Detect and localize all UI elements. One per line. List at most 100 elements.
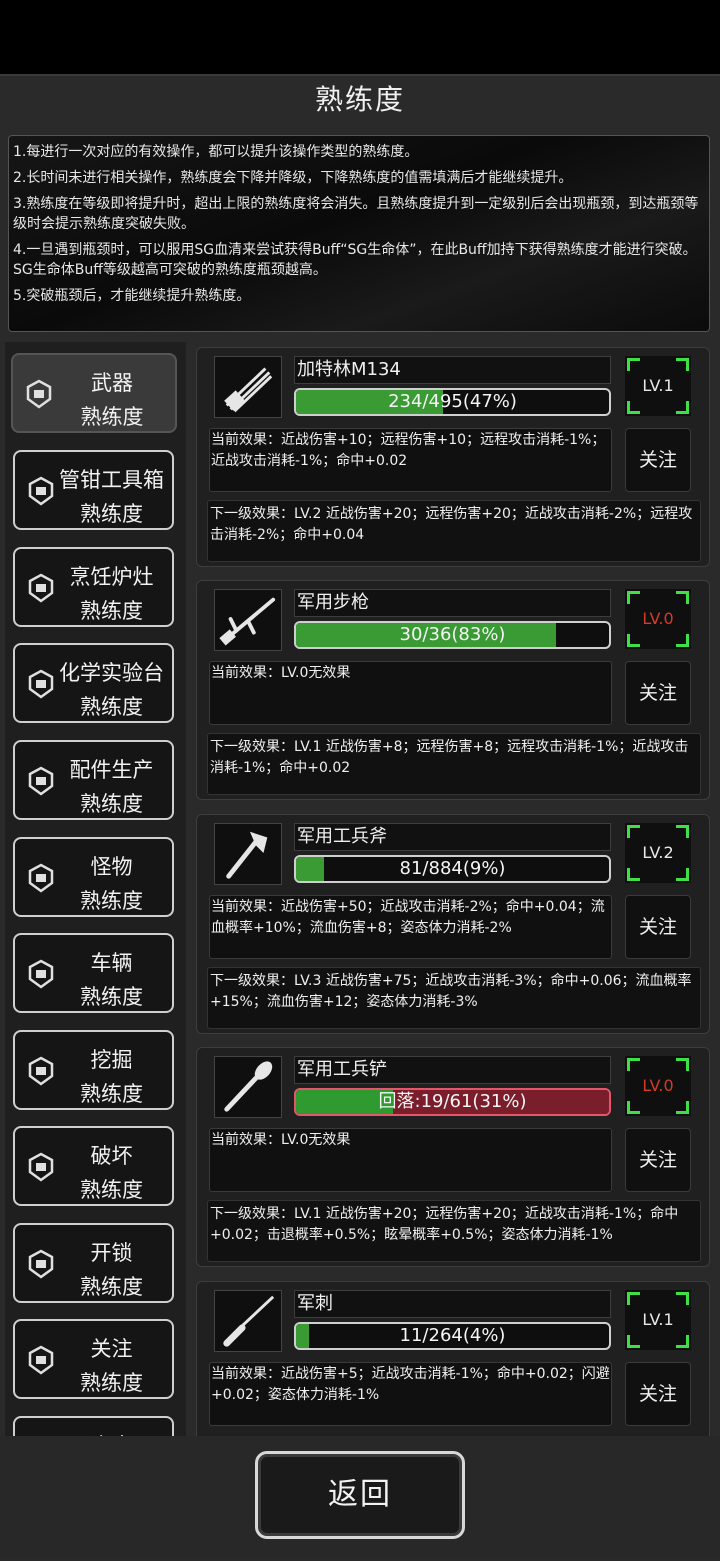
follow-button[interactable]: 关注 (625, 895, 691, 959)
level-badge: LV.1 (625, 356, 691, 416)
current-effect: 当前效果：近战伤害+50；近战攻击消耗-2%；命中+0.04；流血概率+10%；… (209, 895, 612, 959)
category-sublabel: 熟练度 (80, 985, 143, 1009)
proficiency-card: 军刺 11/264(4%) LV.1 当前效果：近战伤害+5；近战攻击消耗-1%… (196, 1281, 710, 1436)
category-label: 配件生产 (69, 758, 154, 782)
progress-bar: 234/495(47%) (294, 388, 611, 416)
current-effect: 当前效果：LV.0无效果 (209, 661, 612, 725)
category-sublabel: 熟练度 (80, 1275, 143, 1299)
badge-icon (28, 959, 54, 989)
page-title: 熟练度 (314, 83, 405, 116)
category-label: 化学实验台 (59, 661, 164, 685)
category-sublabel: 熟练度 (80, 1082, 143, 1106)
level-badge: LV.2 (625, 823, 691, 883)
progress-bar: 回落:19/61(31%) (294, 1088, 611, 1116)
category-label: 破坏 (90, 1144, 133, 1168)
category-sublabel: 熟练度 (80, 1178, 143, 1202)
category-lockpick[interactable]: 开锁 熟练度 (13, 1223, 174, 1303)
category-weapon[interactable]: 武器 熟练度 (11, 353, 177, 433)
category-sublabel: 熟练度 (80, 792, 143, 816)
category-sublabel: 熟练度 (80, 599, 143, 623)
follow-button[interactable]: 关注 (625, 1362, 691, 1426)
category-label: 挖掘 (90, 1048, 133, 1072)
badge-icon (28, 573, 54, 603)
progress-text: 11/264(4%) (399, 1325, 506, 1346)
level-text: LV.2 (642, 843, 674, 862)
rifle-icon (214, 589, 282, 651)
follow-button[interactable]: 关注 (625, 1128, 691, 1192)
category-digging[interactable]: 挖掘 熟练度 (13, 1030, 174, 1110)
current-effect: 当前效果：近战伤害+5；近战攻击消耗-1%；命中+0.02；闪避+0.02；姿态… (209, 1362, 612, 1426)
category-sidebar[interactable]: 武器 熟练度 管钳工具箱 熟练度 烹饪炉灶 熟练度 化学实验台 熟练度 配件生产… (5, 342, 186, 1436)
info-line: 3.熟练度在等级即将提升时，超出上限的熟练度将会消失。且熟练度提升到一定级别后会… (13, 196, 699, 232)
category-sublabel: 熟练度 (80, 405, 144, 429)
category-label: 车辆 (90, 951, 133, 975)
category-destroy[interactable]: 破坏 熟练度 (13, 1126, 174, 1206)
current-effect: 当前效果：近战伤害+10；远程伤害+10；远程攻击消耗-1%；近战攻击消耗-1%… (209, 428, 612, 492)
follow-button[interactable]: 关注 (625, 661, 691, 725)
category-capital[interactable]: 资本 (13, 1416, 174, 1436)
item-name: 军用工兵铲 (294, 1056, 611, 1084)
category-label: 管钳工具箱 (59, 468, 164, 492)
progress-bar: 81/884(9%) (294, 855, 611, 883)
badge-icon (28, 863, 54, 893)
category-monster[interactable]: 怪物 熟练度 (13, 837, 174, 917)
category-toolbox[interactable]: 管钳工具箱 熟练度 (13, 450, 174, 530)
item-name: 军用工兵斧 (294, 823, 611, 851)
badge-icon (28, 1249, 54, 1279)
badge-icon (26, 379, 52, 409)
info-box: 1.每进行一次对应的有效操作，都可以提升该操作类型的熟练度。 2.长时间未进行相… (8, 135, 710, 332)
item-name: 军刺 (294, 1290, 611, 1318)
category-parts[interactable]: 配件生产 熟练度 (13, 740, 174, 820)
bayonet-icon (214, 1290, 282, 1352)
category-label: 开锁 (90, 1241, 133, 1265)
category-sublabel: 熟练度 (80, 502, 143, 526)
progress-text: 30/36(83%) (399, 624, 506, 645)
info-line: 1.每进行一次对应的有效操作，都可以提升该操作类型的熟练度。 (13, 144, 419, 160)
proficiency-card: 加特林M134 234/495(47%) LV.1 当前效果：近战伤害+10；远… (196, 347, 710, 567)
category-label: 关注 (90, 1337, 133, 1361)
current-effect: 当前效果：LV.0无效果 (209, 1128, 612, 1192)
proficiency-card: 军用工兵铲 回落:19/61(31%) LV.0 当前效果：LV.0无效果 关注… (196, 1047, 710, 1267)
shovel-icon (214, 1056, 282, 1118)
category-vehicle[interactable]: 车辆 熟练度 (13, 933, 174, 1013)
badge-icon (28, 476, 54, 506)
badge-icon (28, 669, 54, 699)
progress-bar: 30/36(83%) (294, 621, 611, 649)
info-line: 2.长时间未进行相关操作，熟练度会下降并降级，下降熟练度的值需填满后才能继续提升… (13, 170, 573, 186)
back-button[interactable]: 返回 (255, 1451, 465, 1539)
next-effect: 下一级效果：LV.1 近战伤害+20；远程伤害+20；近战攻击消耗-1%；命中+… (207, 1200, 701, 1262)
next-effect: 下一级效果：LV.1 近战伤害+8；远程伤害+8；远程攻击消耗-1%；近战攻击消… (207, 733, 701, 795)
level-text: LV.1 (642, 1310, 674, 1329)
category-label: 怪物 (90, 855, 133, 879)
level-badge: LV.0 (625, 589, 691, 649)
item-name: 军用步枪 (294, 589, 611, 617)
category-label: 烹饪炉灶 (69, 565, 154, 589)
category-sublabel: 熟练度 (80, 695, 143, 719)
level-text: LV.0 (642, 609, 674, 628)
item-name: 加特林M134 (294, 356, 611, 384)
proficiency-card: 军用步枪 30/36(83%) LV.0 当前效果：LV.0无效果 关注 下一级… (196, 580, 710, 800)
proficiency-card: 军用工兵斧 81/884(9%) LV.2 当前效果：近战伤害+50；近战攻击消… (196, 814, 710, 1034)
axe-icon (214, 823, 282, 885)
badge-icon (28, 1056, 54, 1086)
level-badge: LV.1 (625, 1290, 691, 1350)
progress-text: 234/495(47%) (388, 391, 517, 412)
category-label: 武器 (91, 371, 133, 395)
category-sublabel: 熟练度 (80, 889, 143, 913)
badge-icon (28, 1345, 54, 1375)
gatling-icon (214, 356, 282, 418)
category-chemistry[interactable]: 化学实验台 熟练度 (13, 643, 174, 723)
follow-button[interactable]: 关注 (625, 428, 691, 492)
proficiency-list[interactable]: 加特林M134 234/495(47%) LV.1 当前效果：近战伤害+10；远… (196, 345, 710, 1436)
badge-icon (28, 1152, 54, 1182)
category-sublabel: 熟练度 (80, 1371, 143, 1395)
category-followed[interactable]: 关注 熟练度 (13, 1319, 174, 1399)
progress-text: 81/884(9%) (399, 858, 506, 879)
level-text: LV.1 (642, 376, 674, 395)
info-line: 5.突破瓶颈后，才能继续提升熟练度。 (13, 288, 251, 304)
progress-text: 回落:19/61(31%) (378, 1091, 527, 1112)
next-effect: 下一级效果：LV.2 近战伤害+20；远程伤害+20；近战攻击消耗-2%；远程攻… (207, 500, 701, 562)
progress-bar: 11/264(4%) (294, 1322, 611, 1350)
level-text: LV.0 (642, 1076, 674, 1095)
category-cooking[interactable]: 烹饪炉灶 熟练度 (13, 547, 174, 627)
